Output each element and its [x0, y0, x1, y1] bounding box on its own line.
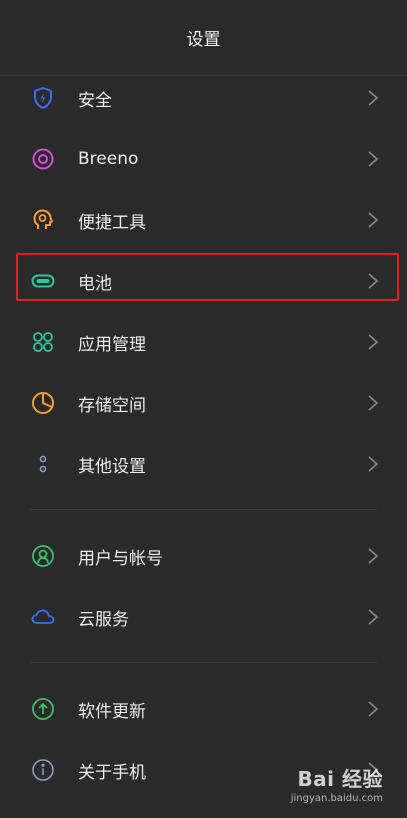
chevron-right-icon	[367, 608, 379, 626]
settings-item-label: 存储空间	[78, 395, 146, 416]
head-gear-icon	[30, 207, 56, 233]
settings-item-label: 安全	[78, 90, 112, 111]
breeno-circle-icon	[30, 146, 56, 172]
info-icon	[30, 757, 56, 783]
chevron-right-icon	[367, 150, 379, 168]
settings-item-label: 软件更新	[78, 701, 146, 722]
settings-item-label: Breeno	[78, 149, 139, 169]
settings-item-cloud-service[interactable]: 云服务	[0, 587, 407, 647]
chevron-right-icon	[367, 455, 379, 473]
cloud-icon	[30, 604, 56, 630]
baidu-jingyan-watermark: Bai 经验 jingyan.baidu.com	[291, 763, 383, 804]
settings-item-label: 便捷工具	[78, 212, 146, 233]
settings-item-storage[interactable]: 存储空间	[0, 373, 407, 433]
settings-item-other-settings[interactable]: 其他设置	[0, 434, 407, 494]
section-divider	[30, 662, 377, 663]
battery-icon	[30, 268, 56, 294]
chevron-right-icon	[367, 547, 379, 565]
settings-item-app-management[interactable]: 应用管理	[0, 312, 407, 372]
settings-item-battery[interactable]: 电池	[0, 251, 407, 311]
settings-item-label: 用户与帐号	[78, 548, 163, 569]
settings-item-breeno[interactable]: Breeno	[0, 129, 407, 189]
shield-icon	[30, 85, 56, 111]
settings-item-label: 应用管理	[78, 334, 146, 355]
settings-item-user-account[interactable]: 用户与帐号	[0, 526, 407, 586]
settings-screen: 设置 安全 Breeno 便捷工具 电池 应用管理 存储空间 其他设置 用户与帐…	[0, 0, 407, 818]
settings-item-security[interactable]: 安全	[0, 68, 407, 128]
dots-icon	[30, 451, 56, 477]
header: 设置	[0, 0, 407, 76]
chevron-right-icon	[367, 272, 379, 290]
watermark-brand: Bai 经验	[297, 767, 383, 791]
chevron-right-icon	[367, 700, 379, 718]
settings-item-label: 云服务	[78, 609, 129, 630]
settings-item-label: 关于手机	[78, 762, 146, 783]
chevron-right-icon	[367, 211, 379, 229]
user-icon	[30, 543, 56, 569]
settings-item-label: 电池	[78, 273, 112, 294]
chevron-right-icon	[367, 89, 379, 107]
pie-chart-icon	[30, 390, 56, 416]
chevron-right-icon	[367, 394, 379, 412]
page-title: 设置	[186, 30, 221, 50]
watermark-url: jingyan.baidu.com	[290, 793, 383, 804]
upload-arrow-icon	[30, 696, 56, 722]
chevron-right-icon	[367, 333, 379, 351]
app-grid-icon	[30, 329, 56, 355]
settings-item-software-update[interactable]: 软件更新	[0, 679, 407, 739]
section-divider	[30, 509, 377, 510]
settings-item-convenience-tools[interactable]: 便捷工具	[0, 190, 407, 250]
settings-item-label: 其他设置	[78, 456, 146, 477]
